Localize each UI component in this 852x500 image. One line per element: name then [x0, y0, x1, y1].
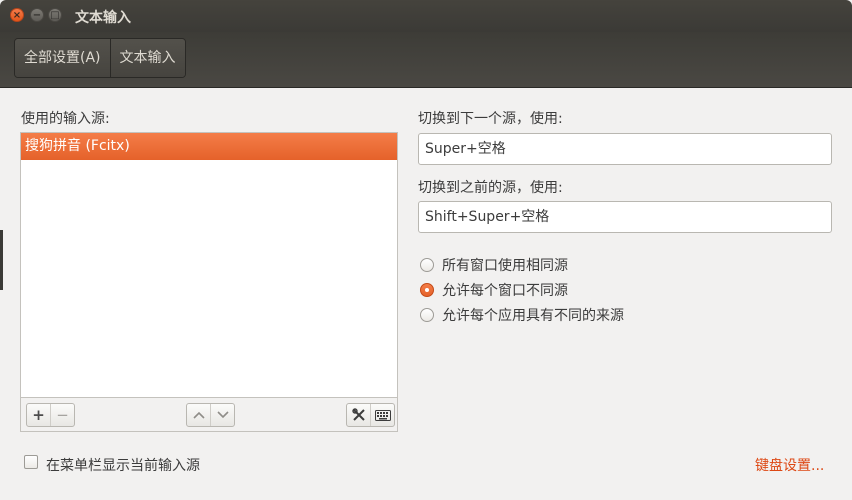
remove-source-button[interactable]: − [50, 404, 74, 426]
keyboard-layout-button[interactable] [370, 404, 394, 426]
prev-source-shortcut-field[interactable]: Shift+Super+空格 [418, 201, 832, 233]
minimize-window-button[interactable]: − [30, 8, 44, 22]
chevron-up-icon [192, 411, 205, 419]
breadcrumb: 全部设置(A) 文本输入 [14, 38, 186, 78]
keyboard-settings-link[interactable]: 键盘设置... [755, 455, 824, 475]
next-source-label: 切换到下一个源，使用: [418, 111, 563, 127]
close-icon: × [12, 10, 22, 21]
keyboard-icon [374, 409, 391, 421]
list-item[interactable]: 搜狗拼音 (Fcitx) [21, 133, 397, 160]
radio-button[interactable] [420, 308, 434, 322]
close-window-button[interactable]: × [10, 8, 24, 22]
tools-icon [351, 408, 365, 421]
radio-per-application[interactable]: 允许每个应用具有不同的来源 [420, 305, 624, 325]
window-edge [0, 230, 3, 290]
radio-button[interactable] [420, 258, 434, 272]
toolbar: 全部设置(A) 文本输入 [0, 32, 852, 88]
maximize-window-button[interactable]: □ [48, 8, 62, 22]
radio-label: 允许每个窗口不同源 [442, 283, 568, 299]
show-in-menubar-label[interactable]: 在菜单栏显示当前输入源 [46, 455, 200, 475]
minimize-icon: − [32, 10, 42, 21]
radio-label: 允许每个应用具有不同的来源 [442, 308, 624, 324]
all-settings-button[interactable]: 全部设置(A) [15, 39, 110, 77]
add-source-button[interactable]: + [27, 404, 50, 426]
move-down-button[interactable] [210, 404, 234, 426]
radio-same-source[interactable]: 所有窗口使用相同源 [420, 255, 568, 275]
reorder-group [186, 403, 235, 427]
move-up-button[interactable] [187, 404, 210, 426]
breadcrumb-current[interactable]: 文本输入 [109, 39, 185, 77]
window-title: 文本输入 [75, 10, 131, 26]
title-bar: × − □ 文本输入 [0, 0, 852, 32]
add-remove-group: + − [26, 403, 75, 427]
next-source-shortcut-field[interactable]: Super+空格 [418, 133, 832, 165]
configure-source-button[interactable] [347, 404, 370, 426]
chevron-down-icon [216, 411, 229, 419]
radio-label: 所有窗口使用相同源 [442, 258, 568, 274]
radio-per-window[interactable]: 允许每个窗口不同源 [420, 280, 568, 300]
input-sources-list[interactable]: 搜狗拼音 (Fcitx) [20, 132, 398, 398]
maximize-icon: □ [50, 10, 60, 21]
plus-icon: + [32, 406, 45, 424]
prev-source-label: 切换到之前的源，使用: [418, 180, 563, 196]
minus-icon: − [56, 406, 69, 424]
input-sources-label: 使用的输入源: [21, 111, 110, 127]
list-toolbar: + − [20, 398, 398, 432]
config-group [346, 403, 395, 427]
show-in-menubar-checkbox[interactable] [24, 455, 38, 469]
radio-button-selected[interactable] [420, 283, 434, 297]
